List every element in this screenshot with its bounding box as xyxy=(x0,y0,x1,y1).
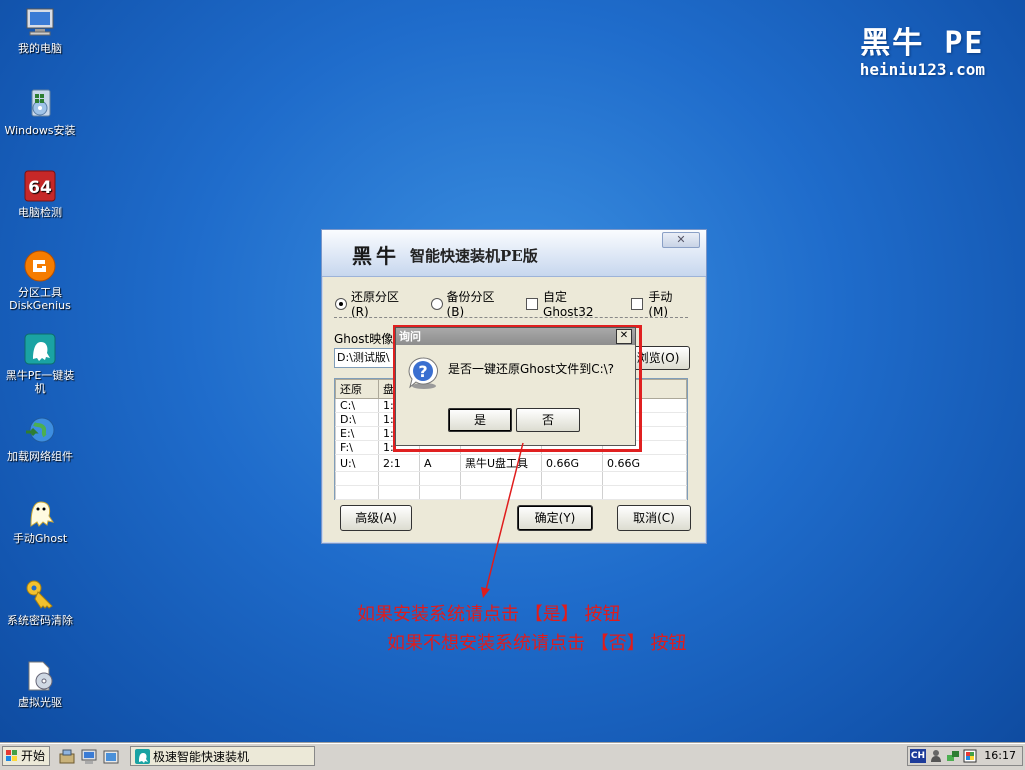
input-language-indicator[interactable]: CH xyxy=(910,749,926,763)
annotation-no-hint: 如果不想安装系统请点击 【否】 按钮 xyxy=(387,633,687,654)
quick-launch-desktop-icon[interactable] xyxy=(102,748,120,766)
windows-logo-icon xyxy=(6,750,17,761)
annotation-yes-hint: 如果安装系统请点击 【是】 按钮 xyxy=(357,604,621,625)
start-label: 开始 xyxy=(21,749,46,763)
installer-app-icon xyxy=(135,749,150,764)
system-tray: CH 16:17 xyxy=(907,746,1023,766)
taskbar-item-installer[interactable]: 极速智能快速装机 xyxy=(130,746,315,766)
taskbar: 开始 极速智能快速装机 CH 16:17 xyxy=(0,743,1025,770)
start-button[interactable]: 开始 xyxy=(2,746,50,766)
quick-launch-tool-icon[interactable] xyxy=(58,748,76,766)
user-tray-icon[interactable] xyxy=(929,749,943,763)
network-tray-icon[interactable] xyxy=(946,749,960,763)
quick-launch-computer-icon[interactable] xyxy=(80,748,98,766)
clock[interactable]: 16:17 xyxy=(984,747,1016,765)
taskbar-item-label: 极速智能快速装机 xyxy=(153,750,250,764)
display-tray-icon[interactable] xyxy=(963,749,977,763)
